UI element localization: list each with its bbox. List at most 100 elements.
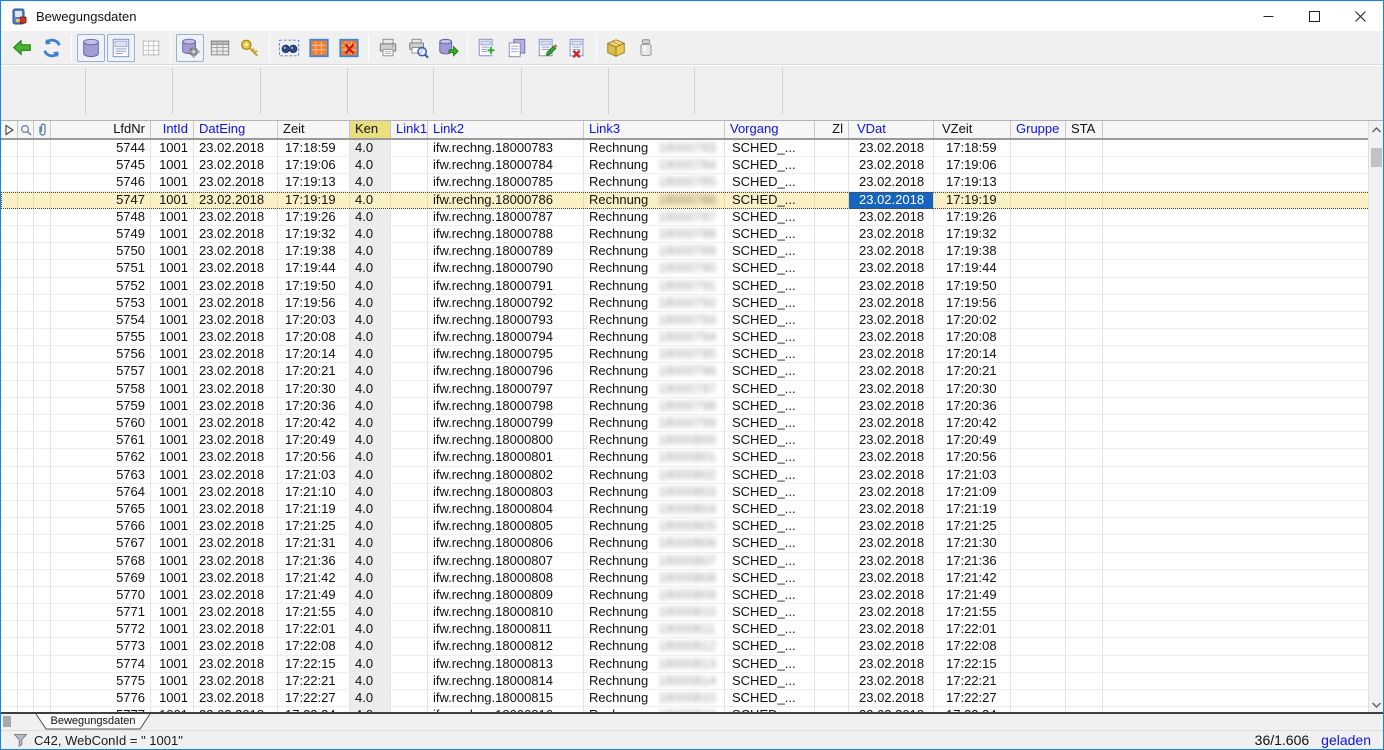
cell-dateing[interactable]: 23.02.2018 (194, 174, 278, 191)
cell-filler[interactable] (1103, 690, 1370, 707)
cell-lfdnr[interactable]: 5747 (51, 192, 151, 209)
cell-lfdnr[interactable]: 5759 (51, 398, 151, 415)
cell-ken[interactable]: 4.0 (350, 621, 391, 638)
cell-m2[interactable] (18, 346, 34, 363)
cell-zl[interactable] (815, 501, 849, 518)
cell-vdat[interactable]: 23.02.2018 (849, 157, 934, 174)
cell-link2[interactable]: ifw.rechng.18000806 (428, 535, 584, 552)
cell-ken[interactable]: 4.0 (350, 638, 391, 655)
cell-link1[interactable] (391, 226, 428, 243)
cell-zeit[interactable]: 17:20:08 (278, 329, 350, 346)
cell-link2[interactable]: ifw.rechng.18000790 (428, 260, 584, 277)
cell-zl[interactable] (815, 140, 849, 157)
cell-vdat[interactable]: 23.02.2018 (849, 518, 934, 535)
cell-m1[interactable] (1, 157, 18, 174)
cell-zl[interactable] (815, 656, 849, 673)
cell-link1[interactable] (391, 295, 428, 312)
cell-m2[interactable] (18, 140, 34, 157)
cell-link2[interactable]: ifw.rechng.18000783 (428, 140, 584, 157)
cell-m3[interactable] (34, 295, 51, 312)
cell-vdat[interactable]: 23.02.2018 (849, 381, 934, 398)
cell-intid[interactable]: 1001 (151, 432, 194, 449)
cell-m3[interactable] (34, 484, 51, 501)
cell-link3[interactable]: Rechnung18000792 (584, 295, 725, 312)
cell-gruppe[interactable] (1011, 587, 1066, 604)
cell-intid[interactable]: 1001 (151, 157, 194, 174)
cell-link1[interactable] (391, 690, 428, 707)
cell-lfdnr[interactable]: 5775 (51, 673, 151, 690)
cell-link3[interactable]: Rechnung18000815 (584, 690, 725, 707)
cell-m2[interactable] (18, 226, 34, 243)
cell-sta[interactable] (1066, 415, 1103, 432)
cell-zeit[interactable]: 17:20:49 (278, 432, 350, 449)
column-header-lfdnr[interactable]: LfdNr (51, 121, 151, 138)
cell-zl[interactable] (815, 346, 849, 363)
cell-link2[interactable]: ifw.rechng.18000799 (428, 415, 584, 432)
cell-m1[interactable] (1, 432, 18, 449)
cell-m1[interactable] (1, 604, 18, 621)
cell-ken[interactable]: 4.0 (350, 157, 391, 174)
cell-intid[interactable]: 1001 (151, 243, 194, 260)
cell-m2[interactable] (18, 501, 34, 518)
cell-m3[interactable] (34, 570, 51, 587)
cell-vorgang[interactable]: SCHED_... (725, 621, 815, 638)
cell-link2[interactable]: ifw.rechng.18000805 (428, 518, 584, 535)
cell-vorgang[interactable]: SCHED_... (725, 432, 815, 449)
cell-m1[interactable] (1, 260, 18, 277)
cell-zl[interactable] (815, 192, 849, 209)
cell-dateing[interactable]: 23.02.2018 (194, 467, 278, 484)
cell-link3[interactable]: Rechnung18000788 (584, 226, 725, 243)
cell-filler[interactable] (1103, 192, 1370, 209)
cell-link2[interactable]: ifw.rechng.18000802 (428, 467, 584, 484)
tab-scroll-handle[interactable] (3, 716, 11, 727)
cell-m2[interactable] (18, 278, 34, 295)
cell-m2[interactable] (18, 570, 34, 587)
cell-m1[interactable] (1, 570, 18, 587)
cell-link3[interactable]: Rechnung18000787 (584, 209, 725, 226)
cell-vzeit[interactable]: 17:20:30 (934, 381, 1011, 398)
cell-ken[interactable]: 4.0 (350, 570, 391, 587)
cell-intid[interactable]: 1001 (151, 363, 194, 380)
form-view-button[interactable] (107, 34, 135, 62)
cell-sta[interactable] (1066, 690, 1103, 707)
cell-lfdnr[interactable]: 5756 (51, 346, 151, 363)
cell-zl[interactable] (815, 518, 849, 535)
cell-link1[interactable] (391, 570, 428, 587)
cell-ken[interactable]: 4.0 (350, 501, 391, 518)
cell-ken[interactable]: 4.0 (350, 673, 391, 690)
cell-zl[interactable] (815, 690, 849, 707)
cell-lfdnr[interactable]: 5773 (51, 638, 151, 655)
cell-m1[interactable] (1, 381, 18, 398)
cell-vzeit[interactable]: 17:19:56 (934, 295, 1011, 312)
cell-m1[interactable] (1, 587, 18, 604)
table-row[interactable]: 5771100123.02.201817:21:554.0ifw.rechng.… (1, 604, 1370, 621)
unmark-all-button[interactable] (335, 34, 363, 62)
cell-vzeit[interactable]: 17:20:21 (934, 363, 1011, 380)
column-header-vorgang[interactable]: Vorgang (725, 121, 815, 138)
cell-intid[interactable]: 1001 (151, 192, 194, 209)
cell-dateing[interactable]: 23.02.2018 (194, 673, 278, 690)
cell-lfdnr[interactable]: 5758 (51, 381, 151, 398)
cell-zeit[interactable]: 17:20:30 (278, 381, 350, 398)
cell-dateing[interactable]: 23.02.2018 (194, 381, 278, 398)
cell-dateing[interactable]: 23.02.2018 (194, 656, 278, 673)
cell-filler[interactable] (1103, 346, 1370, 363)
cell-vorgang[interactable]: SCHED_... (725, 518, 815, 535)
cell-vorgang[interactable]: SCHED_... (725, 260, 815, 277)
cell-m3[interactable] (34, 363, 51, 380)
table-row[interactable]: 5747100123.02.201817:19:194.0ifw.rechng.… (1, 192, 1370, 209)
cell-dateing[interactable]: 23.02.2018 (194, 192, 278, 209)
cell-filler[interactable] (1103, 587, 1370, 604)
cell-vzeit[interactable]: 17:19:26 (934, 209, 1011, 226)
cell-lfdnr[interactable]: 5767 (51, 535, 151, 552)
print-button[interactable] (374, 34, 402, 62)
cell-vdat[interactable]: 23.02.2018 (849, 278, 934, 295)
cell-vdat[interactable]: 23.02.2018 (849, 295, 934, 312)
cell-link1[interactable] (391, 621, 428, 638)
cell-m1[interactable] (1, 656, 18, 673)
cell-lfdnr[interactable]: 5762 (51, 449, 151, 466)
cell-vorgang[interactable]: SCHED_... (725, 673, 815, 690)
cell-vzeit[interactable]: 17:19:44 (934, 260, 1011, 277)
cell-dateing[interactable]: 23.02.2018 (194, 484, 278, 501)
cell-m1[interactable] (1, 501, 18, 518)
